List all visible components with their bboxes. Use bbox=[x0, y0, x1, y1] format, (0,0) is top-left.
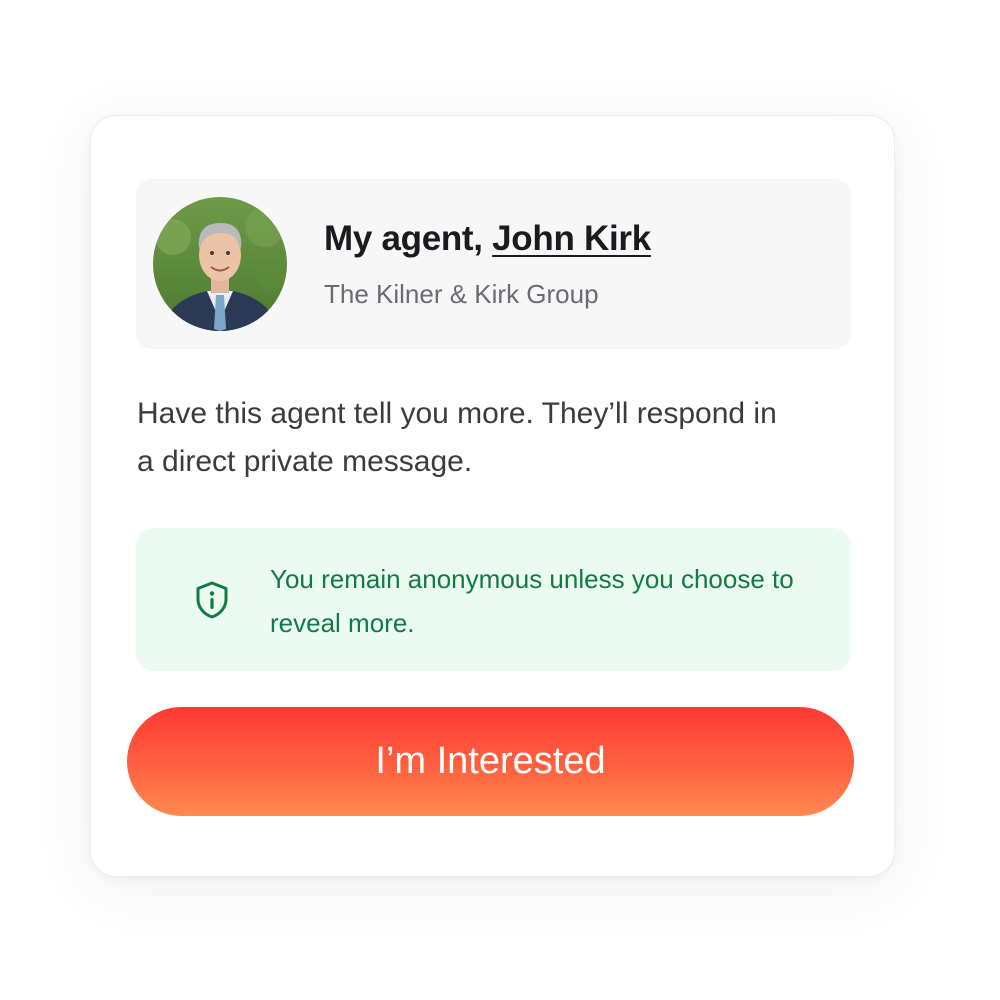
agent-name-link[interactable]: John Kirk bbox=[492, 219, 651, 258]
im-interested-button[interactable]: I’m Interested bbox=[127, 707, 854, 816]
agent-contact-card: My agent, John Kirk The Kilner & Kirk Gr… bbox=[90, 115, 895, 877]
description-text: Have this agent tell you more. They’ll r… bbox=[137, 397, 777, 478]
agent-company: The Kilner & Kirk Group bbox=[324, 279, 599, 309]
anonymity-notice: You remain anonymous unless you choose t… bbox=[136, 528, 851, 671]
agent-heading: My agent, John Kirk bbox=[324, 219, 651, 259]
agent-info-panel: My agent, John Kirk The Kilner & Kirk Gr… bbox=[136, 179, 851, 349]
agent-heading-prefix: My agent, bbox=[324, 219, 493, 258]
avatar bbox=[153, 197, 287, 331]
shield-info-icon bbox=[192, 580, 232, 620]
notice-text: You remain anonymous unless you choose t… bbox=[270, 564, 794, 638]
